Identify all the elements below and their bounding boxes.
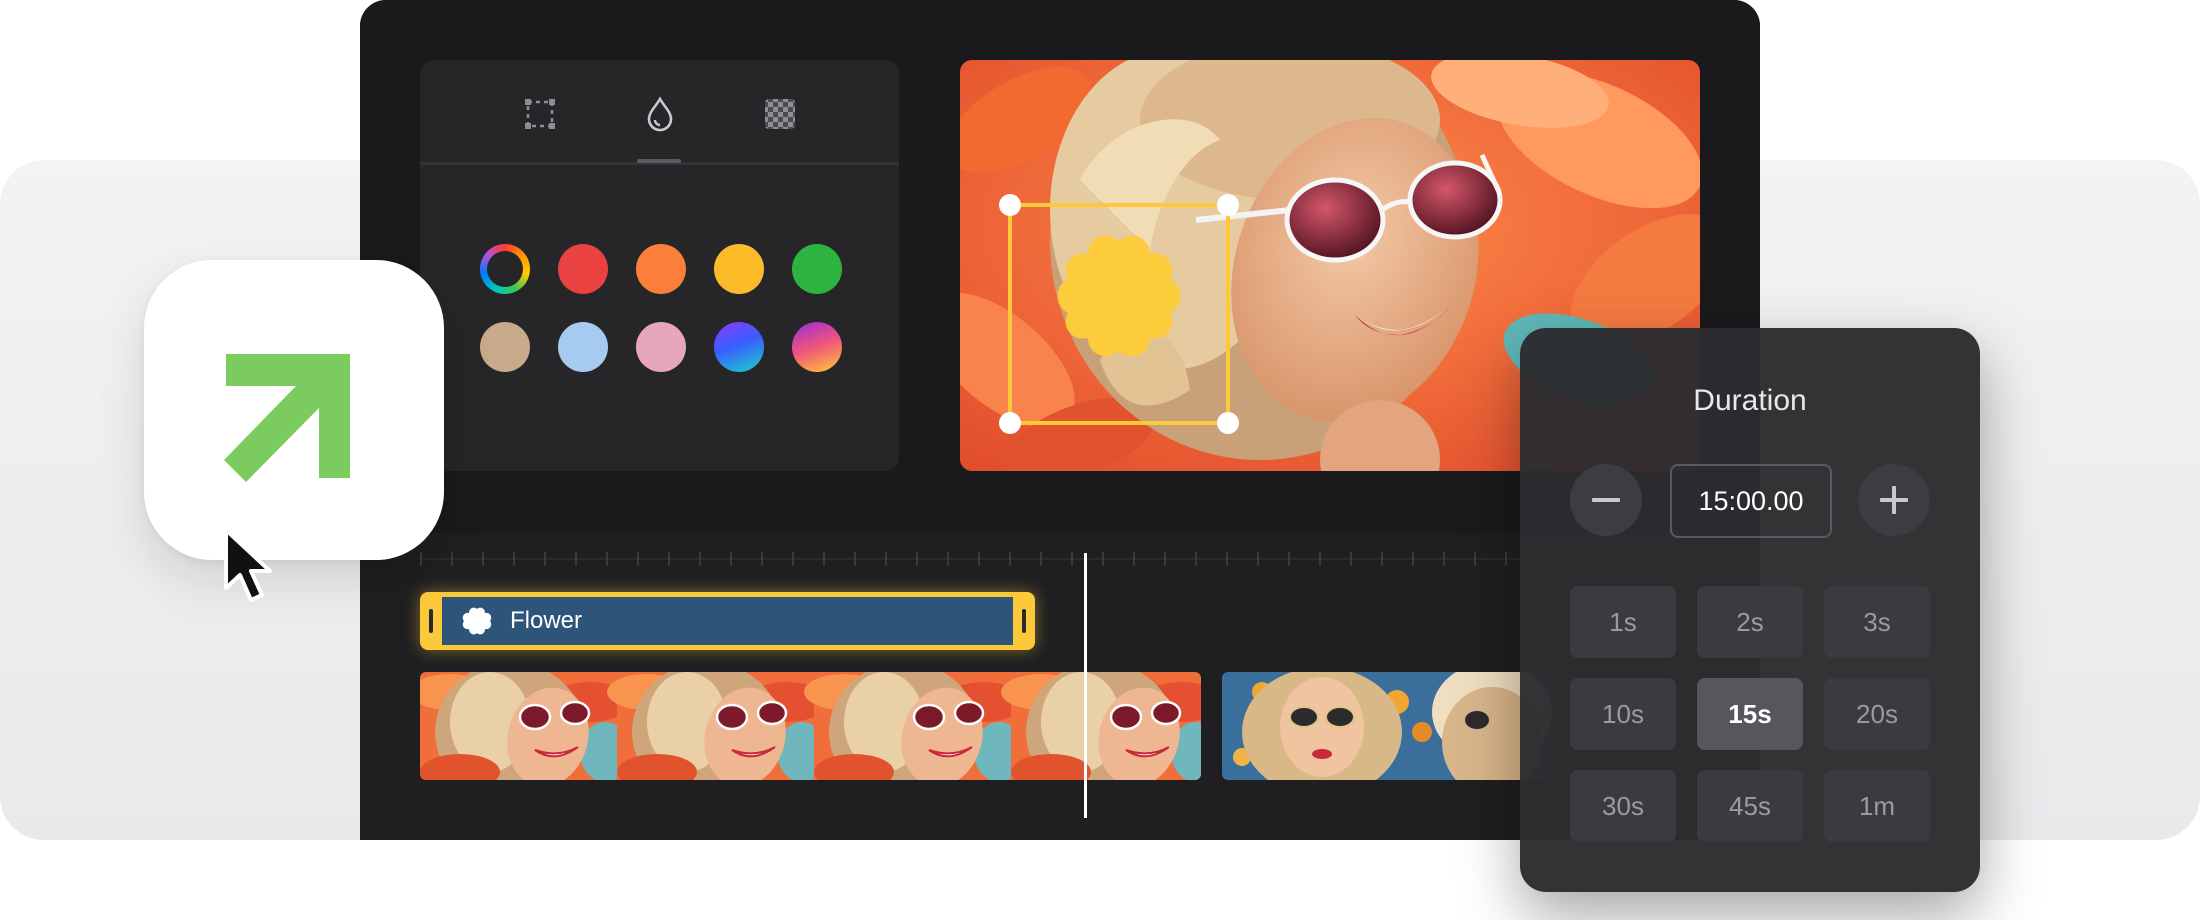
preset-20s[interactable]: 20s [1824,678,1930,750]
preset-1s[interactable]: 1s [1570,586,1676,658]
swatch-red[interactable] [558,244,608,294]
preset-3s[interactable]: 3s [1824,586,1930,658]
duration-title: Duration [1693,384,1807,417]
arrow-up-right-icon [224,354,350,482]
preset-30s[interactable]: 30s [1570,770,1676,842]
duration-panel: Duration 15:00.00 1s 2s 3s 10s 15s 20s 3… [1520,328,1980,892]
swatch-orange[interactable] [636,244,686,294]
clip-body: Flower [442,597,1013,645]
active-tab-indicator [637,159,681,163]
tab-color[interactable] [636,90,684,138]
swatch-color-wheel[interactable] [480,244,530,294]
minus-icon [1592,498,1620,502]
color-panel [420,60,899,471]
mouse-cursor-icon [224,528,272,602]
swatch-yellow[interactable] [714,244,764,294]
swatch-green[interactable] [792,244,842,294]
app-icon[interactable] [144,260,444,560]
drop-icon [647,96,673,132]
decrease-button[interactable] [1570,464,1642,536]
crop-icon [525,99,555,129]
swatch-light-blue[interactable] [558,322,608,372]
preset-15s[interactable]: 15s [1697,678,1803,750]
resize-handle-bottom-left[interactable] [999,412,1021,434]
video-track-clip-2[interactable] [1222,672,1552,780]
video-thumbnails-2 [1222,672,1552,780]
duration-input[interactable]: 15:00.00 [1670,464,1832,538]
preset-1m[interactable]: 1m [1824,770,1930,842]
timeline-ruler[interactable] [420,552,1580,566]
preset-45s[interactable]: 45s [1697,770,1803,842]
sticker-clip[interactable]: Flower [420,592,1035,650]
tab-crop[interactable] [516,90,564,138]
panel-tabs [420,60,899,165]
tab-transparency[interactable] [756,90,804,138]
resize-handle-top-right[interactable] [1217,194,1239,216]
plus-icon [1880,486,1908,514]
preset-10s[interactable]: 10s [1570,678,1676,750]
resize-handle-top-left[interactable] [999,194,1021,216]
clip-trim-handle-left[interactable] [429,609,433,633]
flower-icon [462,607,492,635]
timeline-playhead[interactable] [1084,553,1087,818]
swatch-pink[interactable] [636,322,686,372]
increase-button[interactable] [1858,464,1930,536]
clip-label: Flower [510,607,583,634]
clip-trim-handle-right[interactable] [1022,609,1026,633]
swatch-tan[interactable] [480,322,530,372]
swatch-purple-orange-gradient[interactable] [792,322,842,372]
swatch-purple-blue-gradient[interactable] [714,322,764,372]
resize-handle-bottom-right[interactable] [1217,412,1239,434]
preset-2s[interactable]: 2s [1697,586,1803,658]
transparency-icon [765,99,795,129]
